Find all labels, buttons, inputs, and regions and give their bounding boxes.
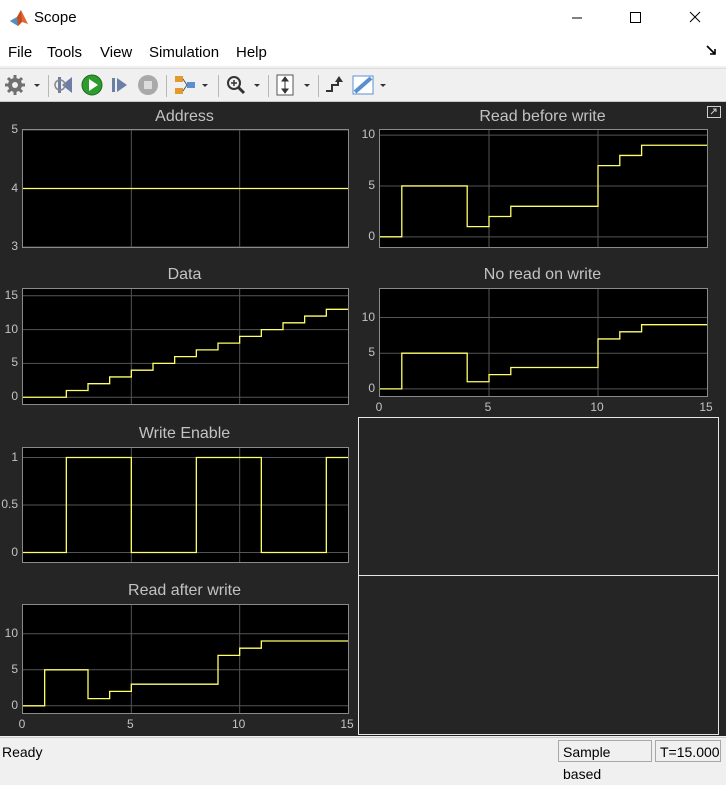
menu-file[interactable]: File: [8, 44, 32, 61]
maximize-button[interactable]: [612, 0, 658, 36]
y-tick-label: 0: [11, 389, 18, 404]
y-tick-label: 4: [11, 180, 18, 195]
data-plot: [23, 289, 348, 404]
highlight-block-icon[interactable]: [322, 73, 346, 97]
read-before-write-trace: [380, 144, 707, 238]
y-tick-label: 10: [361, 127, 375, 142]
toolbar-separator: [218, 75, 219, 97]
empty-axes-divider: [359, 575, 718, 576]
data-title: Data: [167, 266, 202, 283]
no-read-on-write-axes[interactable]: [379, 288, 708, 397]
step-forward-icon[interactable]: [108, 73, 132, 97]
x-tick-label: 0: [375, 400, 383, 414]
address-axes[interactable]: [22, 129, 349, 248]
read-after-write-plot: [23, 605, 348, 713]
status-sim-time: T=15.000: [655, 740, 721, 762]
toolbar-separator: [166, 75, 167, 97]
close-button[interactable]: [672, 0, 718, 36]
read-after-write-axes[interactable]: [22, 604, 349, 714]
y-tick-label: 5: [368, 177, 375, 192]
run-icon[interactable]: [80, 73, 104, 97]
x-tick-label: 5: [126, 717, 134, 731]
menu-help[interactable]: Help: [236, 44, 267, 61]
read-after-write-title: Read after write: [128, 582, 241, 599]
x-tick-label: 5: [484, 400, 492, 414]
step-back-icon[interactable]: [52, 73, 76, 97]
no-read-on-write-trace: [380, 324, 707, 390]
empty-axes-panel: [358, 417, 719, 735]
menu-view[interactable]: View: [100, 44, 132, 61]
toolbar-separator: [48, 75, 49, 97]
measure-ruler-icon[interactable]: [350, 73, 390, 97]
status-ready-text: Ready: [2, 744, 43, 760]
y-tick-label: 0: [11, 697, 18, 712]
gear-icon[interactable]: [4, 73, 44, 97]
title-bar: Scope: [0, 0, 726, 36]
y-tick-label: 5: [11, 355, 18, 370]
y-tick-label: 15: [4, 287, 18, 302]
read-before-write-axes[interactable]: [379, 129, 708, 248]
status-sample-mode: Sample based: [558, 740, 652, 782]
x-tick-label: 10: [231, 717, 246, 731]
undock-display-icon[interactable]: [707, 106, 721, 118]
y-tick-label: 0: [368, 380, 375, 395]
toolbar: [0, 68, 726, 102]
no-read-on-write-title: No read on write: [483, 266, 602, 283]
menu-tools[interactable]: Tools: [47, 44, 82, 61]
signal-selector-icon[interactable]: [172, 73, 212, 97]
y-tick-label: 5: [11, 661, 18, 676]
x-tick-label: 10: [590, 400, 604, 414]
minimize-button[interactable]: [554, 0, 600, 36]
x-tick-label: 15: [340, 717, 354, 731]
menu-simulation[interactable]: Simulation: [149, 44, 219, 61]
write-enable-plot: [23, 448, 348, 562]
stop-icon[interactable]: [136, 73, 160, 97]
read-before-write-plot: [380, 130, 707, 247]
y-tick-label: 1: [11, 449, 18, 464]
undock-arrow-icon[interactable]: [704, 43, 718, 57]
x-tick-label: 15: [699, 400, 713, 414]
y-tick-label: 10: [361, 309, 375, 324]
zoom-in-icon[interactable]: [224, 73, 264, 97]
matlab-logo-icon: [10, 10, 28, 26]
autoscale-icon[interactable]: [274, 73, 314, 97]
data-trace: [23, 308, 348, 398]
y-tick-label: 5: [11, 122, 18, 136]
write-enable-title: Write Enable: [138, 425, 231, 442]
toolbar-separator: [318, 75, 319, 97]
address-title: Address: [155, 108, 214, 125]
data-axes[interactable]: [22, 288, 349, 405]
toolbar-separator: [268, 75, 269, 97]
write-enable-axes[interactable]: [22, 447, 349, 563]
x-tick-label: 0: [18, 717, 26, 731]
no-read-on-write-plot: [380, 289, 707, 396]
address-plot: [23, 129, 348, 248]
read-before-write-title: Read before write: [479, 108, 606, 125]
window-title: Scope: [34, 9, 77, 26]
y-tick-label: 10: [4, 625, 18, 640]
read-after-write-trace: [23, 640, 348, 707]
y-tick-label: 0.5: [1, 497, 18, 511]
y-tick-label: 3: [11, 239, 18, 253]
y-tick-label: 5: [368, 345, 375, 360]
y-tick-label: 0: [11, 544, 18, 559]
y-tick-label: 10: [4, 321, 18, 336]
y-tick-label: 0: [368, 228, 375, 243]
